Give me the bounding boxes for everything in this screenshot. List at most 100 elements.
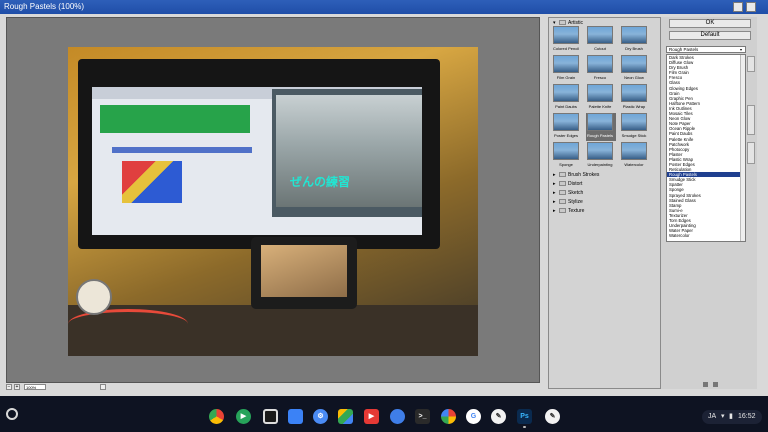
filter-thumb[interactable]: Underpainting: [586, 142, 616, 170]
zoom-level-field[interactable]: 100%: [24, 384, 46, 390]
filter-thumb-label: Film Grain: [556, 75, 576, 80]
youtube-icon[interactable]: ▶: [364, 409, 379, 424]
category-stylize[interactable]: ▸ Stylize: [551, 198, 659, 206]
zoom-menu-button[interactable]: [100, 384, 106, 390]
drive-icon[interactable]: [338, 409, 353, 424]
slider-control[interactable]: [747, 56, 755, 72]
slider-control[interactable]: [747, 105, 755, 135]
filter-thumb-label: Dry Brush: [625, 46, 643, 51]
wifi-icon: ▾: [721, 413, 725, 420]
minimize-button[interactable]: [733, 2, 743, 12]
launcher-button[interactable]: [6, 408, 18, 420]
preview-pane[interactable]: ぜんの練習: [6, 17, 540, 383]
filter-thumb-image: [621, 55, 647, 73]
filter-select-value: Rough Pastels: [669, 47, 699, 52]
category-distort[interactable]: ▸ Distort: [551, 180, 659, 188]
battery-icon: ▮: [729, 413, 733, 420]
photos-icon[interactable]: [441, 409, 456, 424]
filter-thumb[interactable]: Paint Daubs: [552, 84, 582, 112]
filter-thumb[interactable]: Colored Pencil: [552, 26, 582, 54]
category-label: Texture: [568, 208, 585, 214]
filter-thumb-label: Fresco: [593, 75, 607, 80]
window-title: Rough Pastels (100%): [4, 2, 85, 11]
running-indicator: [523, 426, 526, 428]
messages-icon[interactable]: [390, 409, 405, 424]
dropdown-option[interactable]: Watercolor: [667, 233, 745, 238]
filter-thumb-label: Watercolor: [624, 162, 644, 167]
filter-thumb[interactable]: Rough Pastels: [586, 113, 616, 141]
folder-icon: [559, 199, 566, 205]
terminal-icon[interactable]: >_: [415, 409, 430, 424]
zoom-out-button[interactable]: −: [6, 384, 12, 390]
folder-icon: [559, 20, 566, 26]
stylus-icon[interactable]: ✎: [545, 409, 560, 424]
filter-thumb[interactable]: Dry Brush: [620, 26, 650, 54]
google-app-icon[interactable]: G: [466, 409, 481, 424]
folder-icon: [559, 190, 566, 196]
chrome-icon[interactable]: [209, 409, 224, 424]
filter-thumb-image: [553, 113, 579, 131]
photoshop-icon[interactable]: Ps: [517, 409, 532, 424]
filter-thumb-label: Neon Glow: [624, 75, 644, 80]
chromeos-shelf: ▶ ⚙ ▶ >_ G ✎ Ps ✎ JA ▾ ▮ 16:52: [0, 396, 768, 432]
close-button[interactable]: [746, 2, 756, 12]
filter-thumb-image: [621, 142, 647, 160]
category-brush-strokes[interactable]: ▸ Brush Strokes: [551, 171, 659, 179]
filter-thumb[interactable]: Cutout: [586, 26, 616, 54]
filter-thumb-image: [553, 142, 579, 160]
filter-thumb[interactable]: Plastic Wrap: [620, 84, 650, 112]
filter-dropdown-list[interactable]: Dark Strokes Diffuse Glow Dry Brush Film Gr…: [666, 54, 746, 242]
window-titlebar: Rough Pastels (100%): [0, 0, 768, 14]
filter-thumb[interactable]: Film Grain: [552, 55, 582, 83]
default-button[interactable]: Default: [669, 31, 751, 40]
settings-panel: OK Default Rough Pastels ▾ Dark Strokes D…: [661, 17, 757, 389]
filter-thumb-image: [587, 55, 613, 73]
filter-thumb-image: [587, 26, 613, 44]
filter-thumb-image: [587, 84, 613, 102]
filter-thumb-label: Palette Knife: [588, 104, 612, 109]
filter-thumb[interactable]: Smudge Stick: [620, 113, 650, 141]
filter-thumb[interactable]: Neon Glow: [620, 55, 650, 83]
filter-thumb-label: Plastic Wrap: [622, 104, 646, 109]
settings-icon[interactable]: ⚙: [313, 409, 328, 424]
ime-indicator: JA: [708, 413, 717, 420]
filter-thumb-label: Underpainting: [587, 162, 613, 167]
play-store-icon[interactable]: ▶: [236, 409, 251, 424]
chevron-down-icon: ▾: [739, 47, 742, 52]
zoom-in-button[interactable]: +: [14, 384, 20, 390]
filter-select[interactable]: Rough Pastels ▾: [666, 46, 746, 53]
category-sketch[interactable]: ▸ Sketch: [551, 189, 659, 197]
filter-thumb-image: [587, 142, 613, 160]
files-folder-icon[interactable]: [288, 409, 303, 424]
photo-monitor: ぜんの練習: [78, 59, 440, 249]
filter-gallery-window: Rough Pastels (100%) ぜんの練習 − + 100% ▾ Ar…: [0, 0, 768, 396]
clock: 16:52: [738, 413, 756, 420]
status-tray[interactable]: JA ▾ ▮ 16:52: [702, 410, 762, 424]
slider-control[interactable]: [747, 142, 755, 164]
zoom-bar: − + 100%: [6, 384, 540, 391]
filter-thumb-label: Colored Pencil: [552, 46, 579, 51]
folder-icon: [559, 181, 566, 187]
filter-thumb[interactable]: Poster Edges: [552, 113, 582, 141]
filter-thumb-image: [587, 113, 613, 131]
filter-thumb[interactable]: Watercolor: [620, 142, 650, 170]
category-texture[interactable]: ▸ Texture: [551, 207, 659, 215]
preview-image: ぜんの練習: [68, 47, 478, 356]
category-label: Brush Strokes: [568, 172, 600, 178]
new-layer-icon[interactable]: [703, 382, 708, 387]
filter-thumb-image: [621, 113, 647, 131]
filter-thumb[interactable]: Fresco: [586, 55, 616, 83]
filter-thumb[interactable]: Sponge: [552, 142, 582, 170]
filter-thumb[interactable]: Palette Knife: [586, 84, 616, 112]
files-app-icon[interactable]: [263, 409, 278, 424]
filter-thumb-label: Rough Pastels: [586, 133, 613, 138]
trash-icon[interactable]: [713, 382, 718, 387]
photo-clock: [76, 279, 112, 315]
filter-gallery: ▾ Artistic Colored Pencil Cutout Dry Brush F…: [548, 17, 661, 389]
filter-thumb-label: Sponge: [559, 162, 573, 167]
ok-button[interactable]: OK: [669, 19, 751, 28]
dropdown-scrollbar[interactable]: [740, 55, 745, 241]
filter-thumb-label: Paint Daubs: [555, 104, 577, 109]
pen-app-icon[interactable]: ✎: [491, 409, 506, 424]
filter-thumb-image: [553, 84, 579, 102]
